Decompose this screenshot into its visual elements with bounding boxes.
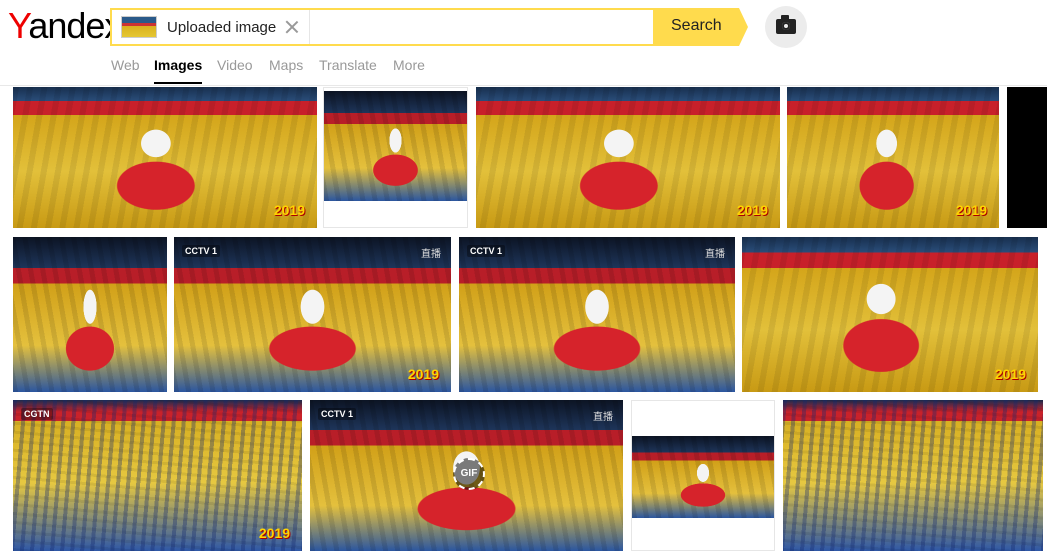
result-image[interactable]: 2019 xyxy=(13,87,317,228)
uploaded-image-label: Uploaded image xyxy=(167,19,277,36)
live-label: 直播 xyxy=(705,249,725,260)
result-image[interactable] xyxy=(323,87,468,228)
header: Yandex Uploaded image Search Web Images … xyxy=(0,0,1047,86)
tab-translate[interactable]: Translate xyxy=(319,57,377,73)
result-image[interactable] xyxy=(631,400,775,551)
result-image[interactable]: CCTV 1 直播 GIF xyxy=(310,400,623,551)
channel-logo: CGTN xyxy=(21,408,53,420)
gif-badge[interactable]: GIF xyxy=(453,458,485,490)
result-image[interactable]: CCTV 1 直播 xyxy=(459,237,735,392)
watermark-badge: 2019 xyxy=(258,525,290,541)
result-image[interactable] xyxy=(13,237,167,392)
result-image[interactable]: CCTV 1 直播 2019 xyxy=(174,237,451,392)
camera-search-button[interactable] xyxy=(765,6,807,48)
watermark-badge: 2019 xyxy=(994,366,1026,382)
watermark-badge: 2019 xyxy=(955,202,987,218)
result-thumbnail xyxy=(476,87,780,228)
result-thumbnail xyxy=(783,400,1043,551)
channel-logo: CCTV 1 xyxy=(467,245,506,257)
result-image[interactable]: 2019 xyxy=(787,87,999,228)
result-thumbnail xyxy=(324,91,467,201)
search-button[interactable]: Search xyxy=(653,8,748,46)
result-thumbnail xyxy=(13,237,167,392)
live-label: 直播 xyxy=(421,249,441,260)
search-separator xyxy=(309,10,310,44)
uploaded-image-thumbnail[interactable] xyxy=(121,16,157,38)
live-label: 直播 xyxy=(593,412,613,423)
result-thumbnail xyxy=(632,436,774,518)
tab-maps[interactable]: Maps xyxy=(269,57,303,73)
result-image[interactable]: 2019 xyxy=(476,87,780,228)
result-image[interactable] xyxy=(783,400,1043,551)
clear-icon[interactable] xyxy=(284,19,300,35)
channel-logo: CCTV 1 xyxy=(182,245,221,257)
watermark-badge: 2019 xyxy=(407,366,439,382)
tab-video[interactable]: Video xyxy=(217,57,253,73)
yandex-logo[interactable]: Yandex xyxy=(8,6,122,46)
result-thumbnail xyxy=(742,237,1038,392)
tab-images[interactable]: Images xyxy=(154,57,203,84)
search-box[interactable]: Uploaded image xyxy=(110,8,655,46)
camera-icon xyxy=(776,15,796,34)
watermark-badge: 2019 xyxy=(736,202,768,218)
result-image[interactable] xyxy=(1007,87,1047,228)
result-thumbnail xyxy=(13,87,317,228)
result-thumbnail xyxy=(459,237,735,392)
result-image[interactable]: CGTN 2019 xyxy=(13,400,302,551)
channel-logo: CCTV 1 xyxy=(318,408,357,420)
result-image[interactable]: 2019 xyxy=(742,237,1038,392)
tab-web[interactable]: Web xyxy=(111,57,140,73)
tab-more[interactable]: More xyxy=(393,57,425,73)
watermark-badge: 2019 xyxy=(273,202,305,218)
